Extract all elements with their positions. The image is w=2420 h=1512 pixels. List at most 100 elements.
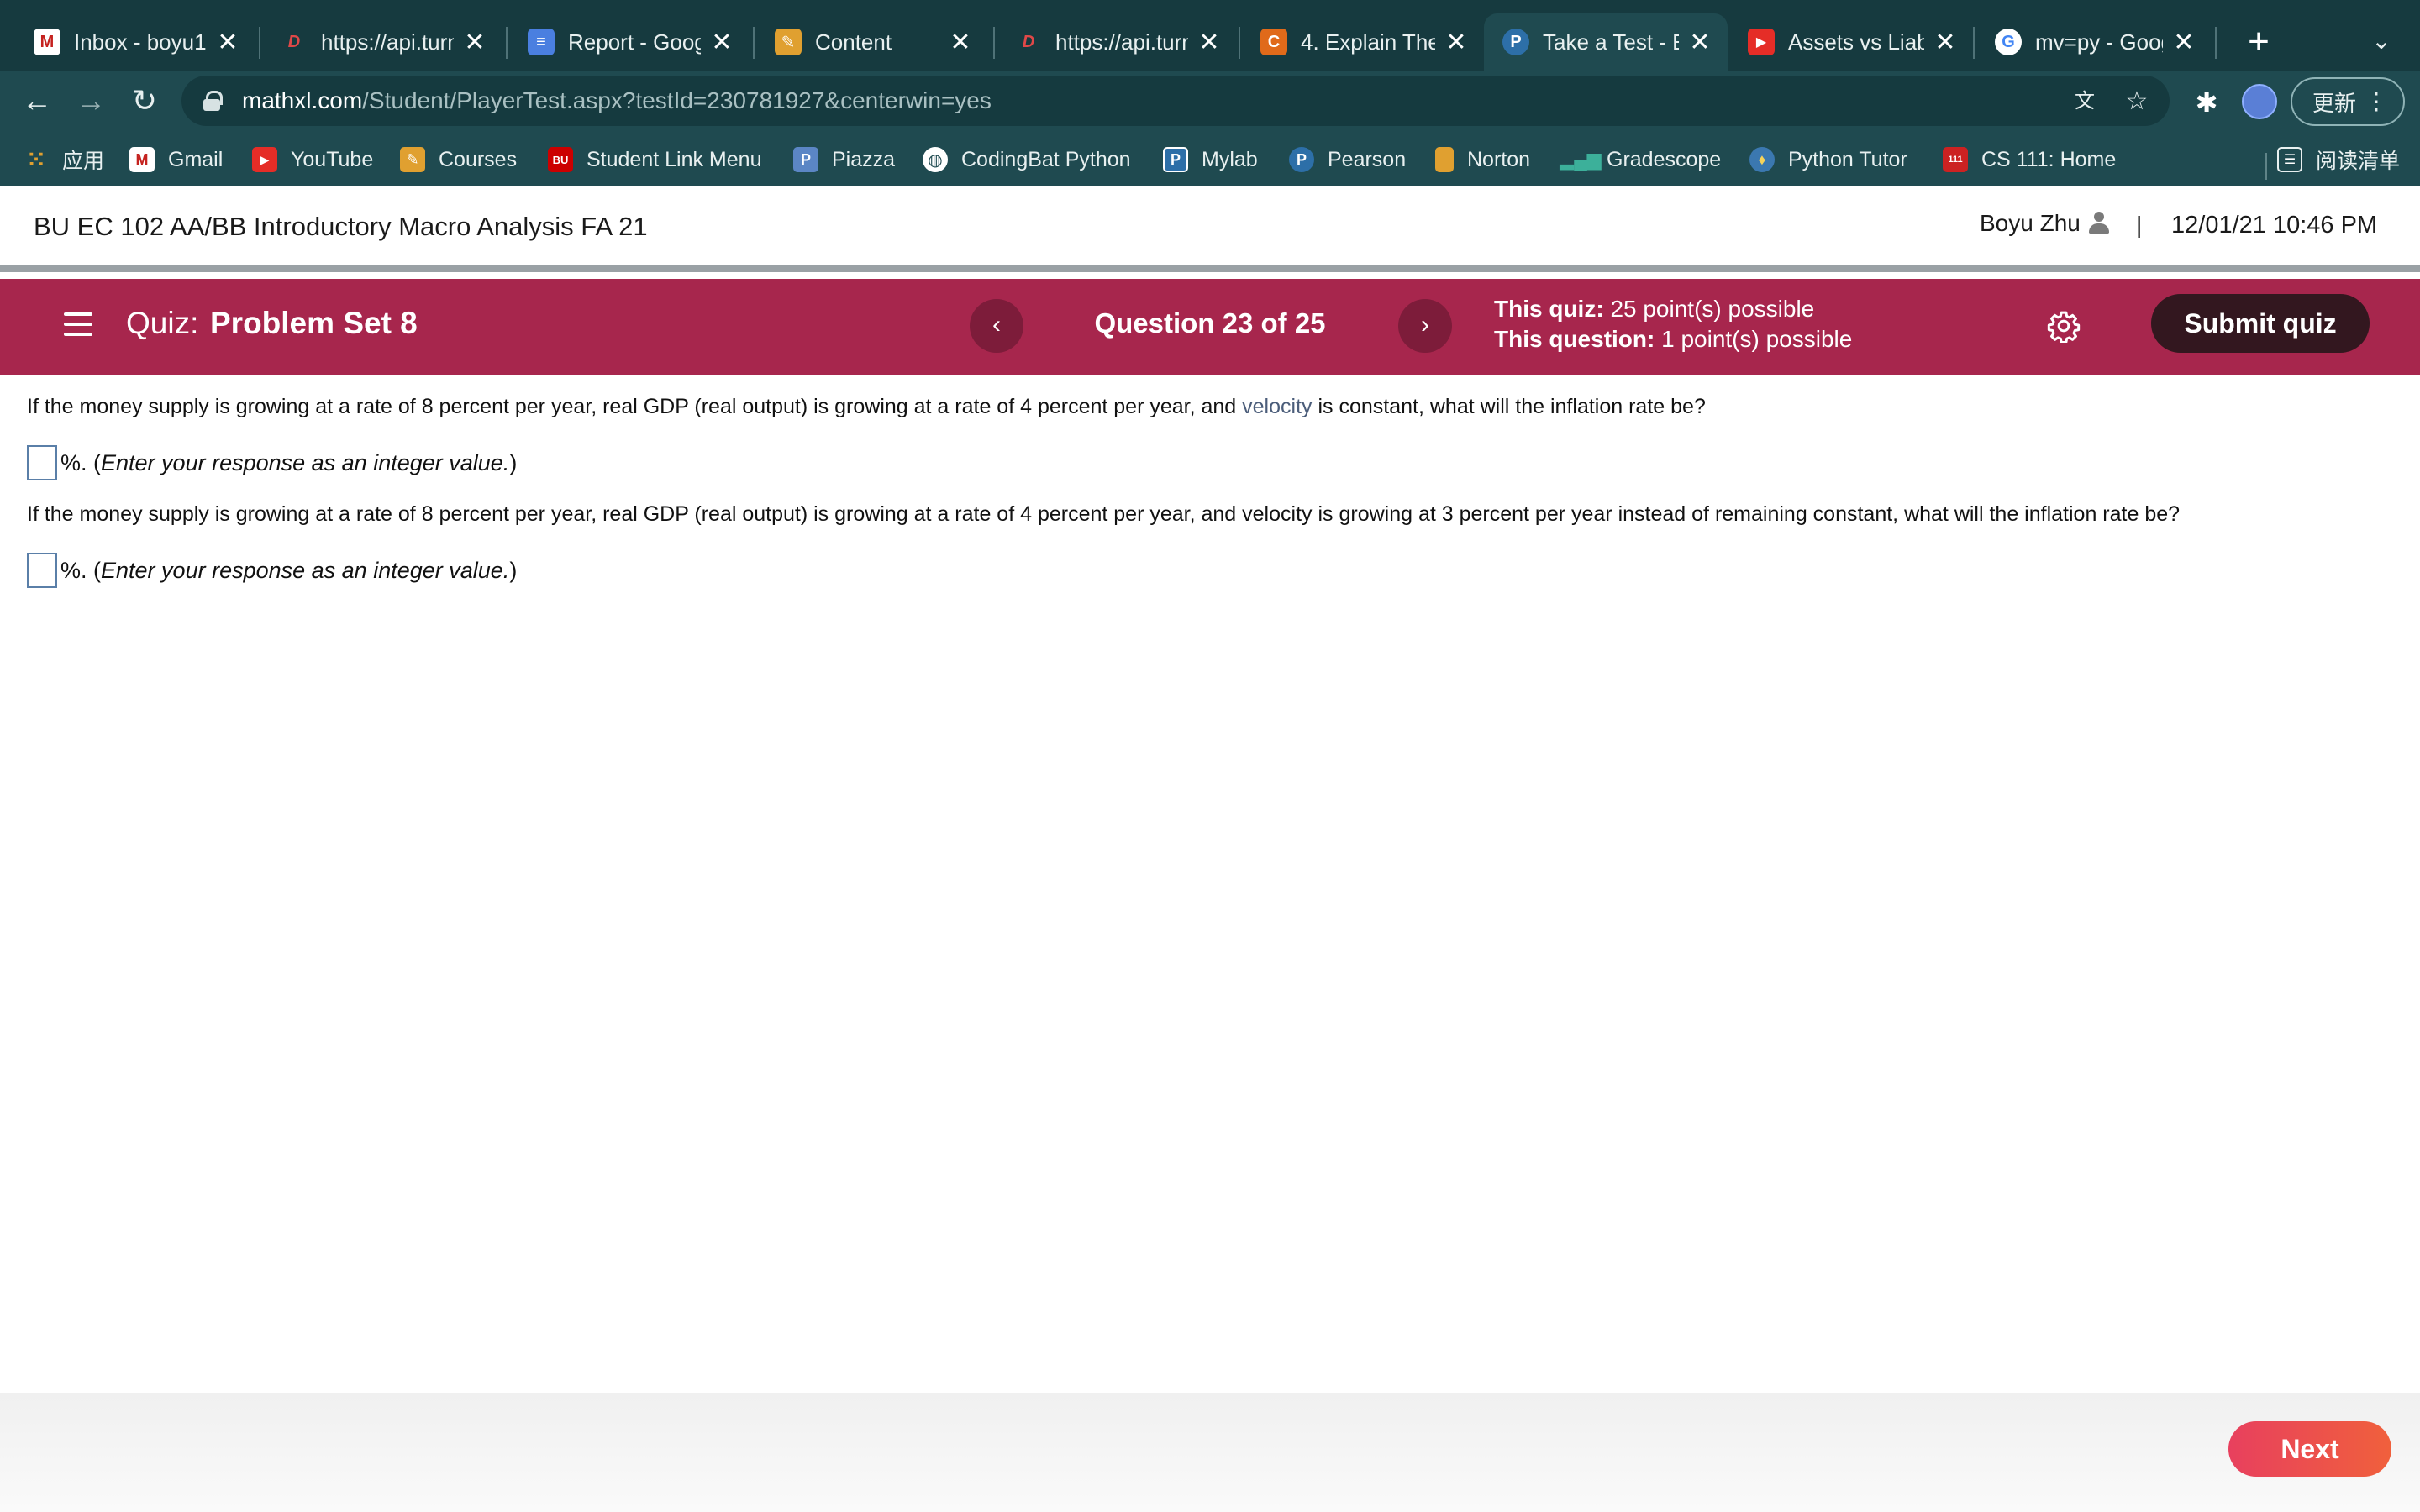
- user-name: Boyu Zhu: [1980, 210, 2081, 236]
- course-title: BU EC 102 AA/BB Introductory Macro Analy…: [34, 212, 648, 241]
- globe-icon: ◍: [923, 147, 948, 172]
- current-datetime: 12/01/21 10:46 PM: [2171, 212, 2378, 239]
- question-content: If the money supply is growing at a rate…: [0, 375, 2420, 1393]
- answer-row-1: %. (Enter your response as an integer va…: [27, 445, 517, 480]
- turnitin-icon: D: [287, 32, 301, 51]
- velocity-glossary-link[interactable]: velocity: [1242, 395, 1312, 418]
- youtube-icon: ▶: [1748, 29, 1775, 55]
- python-icon: ♦: [1749, 147, 1775, 172]
- close-icon[interactable]: ✕: [1197, 28, 1222, 57]
- pencil-icon: ✎: [775, 29, 802, 55]
- question-text-1: If the money supply is growing at a rate…: [27, 395, 1706, 418]
- tab-take-a-test[interactable]: P Take a Test - E ✕: [1484, 13, 1728, 71]
- bookmark-youtube[interactable]: ▶ YouTube: [252, 143, 373, 176]
- close-icon[interactable]: ✕: [2171, 28, 2196, 57]
- page-footer: Next: [0, 1393, 2420, 1512]
- update-button[interactable]: 更新 ⋮: [2291, 77, 2405, 126]
- pearson-icon: P: [1289, 147, 1314, 172]
- back-arrow-icon[interactable]: ←: [17, 81, 57, 121]
- bookmark-python-tutor[interactable]: ♦ Python Tutor: [1749, 143, 1907, 176]
- answer-row-2: %. (Enter your response as an integer va…: [27, 553, 517, 588]
- bookmark-star-icon[interactable]: ☆: [2123, 87, 2151, 116]
- tab-search-chevron-icon[interactable]: ⌄: [2365, 27, 2398, 60]
- tab-report-docs[interactable]: ≡ Report - Goog ✕: [509, 13, 750, 71]
- bookmarks-bar: ⁙ 应用 M Gmail ▶ YouTube ✎ Courses BU Stud…: [0, 133, 2420, 186]
- header-separator: |: [2136, 212, 2143, 238]
- close-icon[interactable]: ✕: [462, 28, 487, 57]
- tab-separator: [1973, 27, 1975, 59]
- translate-icon[interactable]: 文: [2070, 87, 2099, 116]
- quiz-label: Quiz:: [126, 306, 199, 340]
- next-question-button[interactable]: ›: [1398, 299, 1452, 353]
- answer-input-2[interactable]: [27, 553, 57, 588]
- pearson-icon: P: [1163, 147, 1188, 172]
- tab-separator: [259, 27, 260, 59]
- answer-instruction-2: %. (Enter your response as an integer va…: [60, 557, 518, 583]
- reload-icon[interactable]: ↻: [124, 81, 165, 121]
- previous-question-button[interactable]: ‹: [970, 299, 1023, 353]
- tab-separator: [753, 27, 755, 59]
- lock-icon: [203, 91, 223, 111]
- close-icon[interactable]: ✕: [709, 28, 734, 57]
- tab-strip: M Inbox - boyu18 ✕ D https://api.turn ✕ …: [0, 0, 2420, 71]
- tab-separator: [993, 27, 995, 59]
- address-bar[interactable]: mathxl.com/Student/PlayerTest.aspx?testI…: [182, 76, 2170, 126]
- tab-google-search[interactable]: G mv=py - Goog ✕: [1976, 13, 2212, 71]
- reading-list-icon: ☰: [2277, 147, 2302, 172]
- bu-icon: BU: [548, 147, 573, 172]
- bookmark-codingbat[interactable]: ◍ CodingBat Python: [923, 143, 1131, 176]
- url-text[interactable]: mathxl.com/Student/PlayerTest.aspx?testI…: [242, 87, 992, 114]
- profile-avatar[interactable]: [2242, 84, 2277, 119]
- extensions-puzzle-icon[interactable]: ✱: [2190, 86, 2223, 119]
- reading-list-button[interactable]: ☰ 阅读清单: [2277, 143, 2400, 176]
- gmail-icon: M: [34, 29, 60, 55]
- browser-toolbar: ← → ↻ mathxl.com/Student/PlayerTest.aspx…: [0, 71, 2420, 133]
- tab-turnitin-1[interactable]: D https://api.turn ✕: [262, 13, 502, 71]
- answer-input-1[interactable]: [27, 445, 57, 480]
- turnitin-icon: D: [1022, 32, 1035, 51]
- tab-inbox[interactable]: M Inbox - boyu18 ✕: [15, 13, 255, 71]
- norton-icon: [1435, 147, 1454, 172]
- google-icon: G: [1995, 29, 2022, 55]
- forward-arrow-icon[interactable]: →: [71, 81, 111, 121]
- close-icon[interactable]: ✕: [1687, 28, 1712, 57]
- tab-turnitin-2[interactable]: D https://api.turn ✕: [997, 13, 1237, 71]
- tab-separator: [2215, 27, 2217, 59]
- browser-chrome: M Inbox - boyu18 ✕ D https://api.turn ✕ …: [0, 0, 2420, 186]
- submit-quiz-button[interactable]: Submit quiz: [2151, 294, 2370, 353]
- question-counter[interactable]: Question 23 of 25: [1042, 307, 1378, 339]
- bookmark-student-link-menu[interactable]: BU Student Link Menu: [548, 143, 761, 176]
- bookmark-norton[interactable]: Norton: [1435, 143, 1530, 176]
- close-icon[interactable]: ✕: [1933, 28, 1958, 57]
- bookmark-pearson[interactable]: P Pearson: [1289, 143, 1406, 176]
- gmail-icon: M: [129, 147, 155, 172]
- close-icon[interactable]: ✕: [948, 28, 973, 57]
- bar-chart-icon: ▂▄▆: [1560, 149, 1602, 170]
- pearson-icon: P: [1502, 29, 1529, 55]
- bookmark-cs111[interactable]: 111 CS 111: Home: [1943, 143, 2116, 176]
- tab-chegg[interactable]: C 4. Explain The ✕: [1242, 13, 1484, 71]
- question-text-2: If the money supply is growing at a rate…: [27, 502, 2181, 526]
- menu-hamburger-icon[interactable]: [64, 312, 92, 336]
- tab-separator: [1239, 27, 1240, 59]
- tab-youtube[interactable]: ▶ Assets vs Liab ✕: [1729, 13, 1973, 71]
- close-icon[interactable]: ✕: [1444, 28, 1469, 57]
- bookmark-gmail[interactable]: M Gmail: [129, 143, 223, 176]
- settings-gear-icon[interactable]: [2047, 309, 2081, 343]
- more-menu-icon[interactable]: ⋮: [2365, 89, 2388, 114]
- bookmarks-separator: [2265, 153, 2267, 180]
- pencil-icon: ✎: [400, 147, 425, 172]
- bookmark-mylab[interactable]: P Mylab: [1163, 143, 1258, 176]
- next-button[interactable]: Next: [2228, 1421, 2391, 1477]
- tab-content[interactable]: ✎ Content ✕: [756, 13, 988, 71]
- close-icon[interactable]: ✕: [215, 28, 240, 57]
- bookmark-apps[interactable]: ⁙ 应用: [24, 143, 104, 176]
- bookmark-courses[interactable]: ✎ Courses: [400, 143, 517, 176]
- quiz-toolbar: Quiz: Problem Set 8 ‹ Question 23 of 25 …: [0, 279, 2420, 375]
- chegg-icon: C: [1260, 29, 1287, 55]
- bookmark-gradescope[interactable]: ▂▄▆ Gradescope: [1560, 143, 1721, 176]
- google-docs-icon: ≡: [528, 29, 555, 55]
- points-info: This quiz: 25 point(s) possible This que…: [1494, 296, 1853, 352]
- bookmark-piazza[interactable]: P Piazza: [793, 143, 895, 176]
- new-tab-button[interactable]: +: [2237, 20, 2281, 64]
